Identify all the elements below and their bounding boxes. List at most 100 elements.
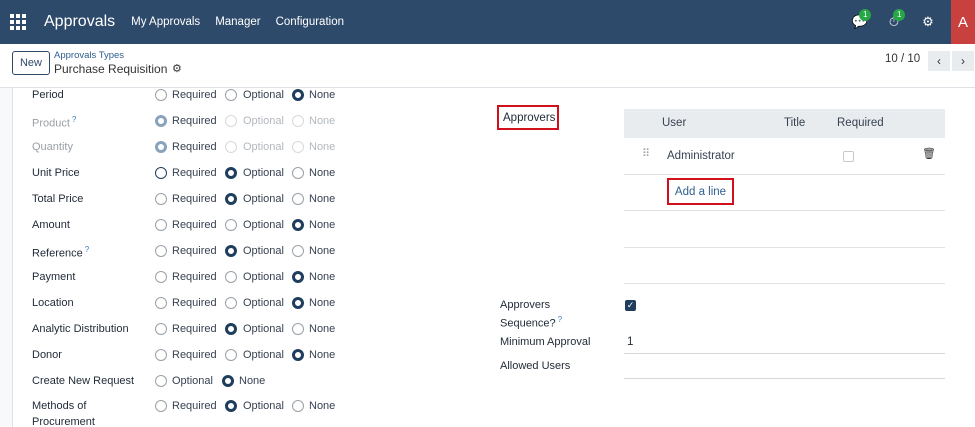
option-optional-label[interactable]: Optional: [243, 115, 284, 127]
option-none-label[interactable]: None: [239, 375, 265, 387]
radio-optional[interactable]: [225, 323, 237, 335]
option-optional-label[interactable]: Optional: [172, 375, 213, 387]
radio-none[interactable]: [292, 323, 304, 335]
radio-required[interactable]: [155, 323, 167, 335]
option-required-label[interactable]: Required: [172, 141, 217, 153]
option-required-label[interactable]: Required: [172, 245, 217, 257]
gear-icon[interactable]: ⚙: [172, 62, 182, 75]
approver-user-cell[interactable]: Administrator: [667, 150, 735, 162]
activities-icon[interactable]: ⏱ 1: [883, 9, 906, 33]
switch-company-icon[interactable]: ⚙: [917, 11, 939, 33]
radio-required[interactable]: [155, 297, 167, 309]
menu-configuration[interactable]: Configuration: [276, 16, 344, 28]
radio-none[interactable]: [292, 167, 304, 179]
radio-none[interactable]: [222, 375, 234, 387]
option-required-label[interactable]: Required: [172, 349, 217, 361]
radio-optional[interactable]: [155, 375, 167, 387]
radio-none[interactable]: [292, 400, 304, 412]
column-title[interactable]: Title: [784, 117, 805, 129]
radio-optional[interactable]: [225, 349, 237, 361]
radio-none[interactable]: [292, 141, 304, 153]
approvers-sequence-checkbox[interactable]: ✓: [625, 300, 636, 311]
option-required-label[interactable]: Required: [172, 297, 217, 309]
radio-optional[interactable]: [225, 297, 237, 309]
radio-optional[interactable]: [225, 115, 237, 127]
menu-manager[interactable]: Manager: [215, 16, 260, 28]
radio-optional[interactable]: [225, 219, 237, 231]
radio-none[interactable]: [292, 193, 304, 205]
radio-required[interactable]: [155, 271, 167, 283]
option-none-label[interactable]: None: [309, 89, 335, 101]
radio-required[interactable]: [155, 245, 167, 257]
new-button[interactable]: New: [12, 51, 50, 75]
option-none-label[interactable]: None: [309, 323, 335, 335]
avatar[interactable]: A: [951, 0, 975, 44]
option-required-label[interactable]: Required: [172, 323, 217, 335]
option-optional-label[interactable]: Optional: [243, 349, 284, 361]
radio-required[interactable]: [155, 141, 167, 153]
option-required-label[interactable]: Required: [172, 219, 217, 231]
radio-optional[interactable]: [225, 271, 237, 283]
option-required-label[interactable]: Required: [172, 115, 217, 127]
radio-optional[interactable]: [225, 89, 237, 101]
option-optional-label[interactable]: Optional: [243, 297, 284, 309]
option-optional-label[interactable]: Optional: [243, 271, 284, 283]
option-none-label[interactable]: None: [309, 141, 335, 153]
radio-required[interactable]: [155, 193, 167, 205]
add-a-line-link[interactable]: Add a line: [667, 178, 734, 205]
option-optional-label[interactable]: Optional: [243, 167, 284, 179]
radio-none[interactable]: [292, 271, 304, 283]
option-optional-label[interactable]: Optional: [243, 245, 284, 257]
option-optional-label[interactable]: Optional: [243, 219, 284, 231]
pager-value[interactable]: 10 / 10: [885, 53, 920, 65]
radio-required[interactable]: [155, 167, 167, 179]
column-user[interactable]: User: [662, 117, 686, 129]
option-required-label[interactable]: Required: [172, 193, 217, 205]
radio-required[interactable]: [155, 219, 167, 231]
option-required-label[interactable]: Required: [172, 400, 217, 412]
messages-icon[interactable]: 💬 1: [849, 9, 872, 33]
radio-none[interactable]: [292, 219, 304, 231]
radio-none[interactable]: [292, 89, 304, 101]
option-none-label[interactable]: None: [309, 167, 335, 179]
help-icon[interactable]: ?: [85, 245, 89, 254]
approver-required-checkbox[interactable]: [843, 151, 854, 162]
radio-none[interactable]: [292, 115, 304, 127]
option-optional-label[interactable]: Optional: [243, 323, 284, 335]
minimum-approval-input[interactable]: 1: [627, 336, 633, 348]
radio-required[interactable]: [155, 89, 167, 101]
option-optional-label[interactable]: Optional: [243, 141, 284, 153]
option-required-label[interactable]: Required: [172, 167, 217, 179]
trash-icon[interactable]: 🗑: [922, 147, 936, 160]
option-none-label[interactable]: None: [309, 297, 335, 309]
radio-none[interactable]: [292, 297, 304, 309]
radio-none[interactable]: [292, 349, 304, 361]
option-optional-label[interactable]: Optional: [243, 193, 284, 205]
radio-optional[interactable]: [225, 141, 237, 153]
option-none-label[interactable]: None: [309, 349, 335, 361]
option-none-label[interactable]: None: [309, 193, 335, 205]
option-none-label[interactable]: None: [309, 219, 335, 231]
menu-my-approvals[interactable]: My Approvals: [131, 16, 200, 28]
drag-handle-icon[interactable]: ⠿: [642, 147, 650, 160]
option-optional-label[interactable]: Optional: [243, 89, 284, 101]
option-required-label[interactable]: Required: [172, 271, 217, 283]
radio-optional[interactable]: [225, 193, 237, 205]
radio-optional[interactable]: [225, 167, 237, 179]
option-none-label[interactable]: None: [309, 115, 335, 127]
option-none-label[interactable]: None: [309, 271, 335, 283]
radio-required[interactable]: [155, 400, 167, 412]
help-icon[interactable]: ?: [72, 115, 76, 124]
help-icon[interactable]: ?: [558, 315, 562, 324]
column-required[interactable]: Required: [837, 117, 884, 129]
radio-required[interactable]: [155, 349, 167, 361]
option-optional-label[interactable]: Optional: [243, 400, 284, 412]
breadcrumb-parent[interactable]: Approvals Types: [54, 50, 124, 61]
app-brand[interactable]: Approvals: [44, 13, 115, 31]
apps-menu-icon[interactable]: [0, 0, 36, 44]
radio-required[interactable]: [155, 115, 167, 127]
option-none-label[interactable]: None: [309, 245, 335, 257]
pager-previous-button[interactable]: ‹: [928, 51, 950, 71]
pager-next-button[interactable]: ›: [952, 51, 974, 71]
radio-optional[interactable]: [225, 245, 237, 257]
